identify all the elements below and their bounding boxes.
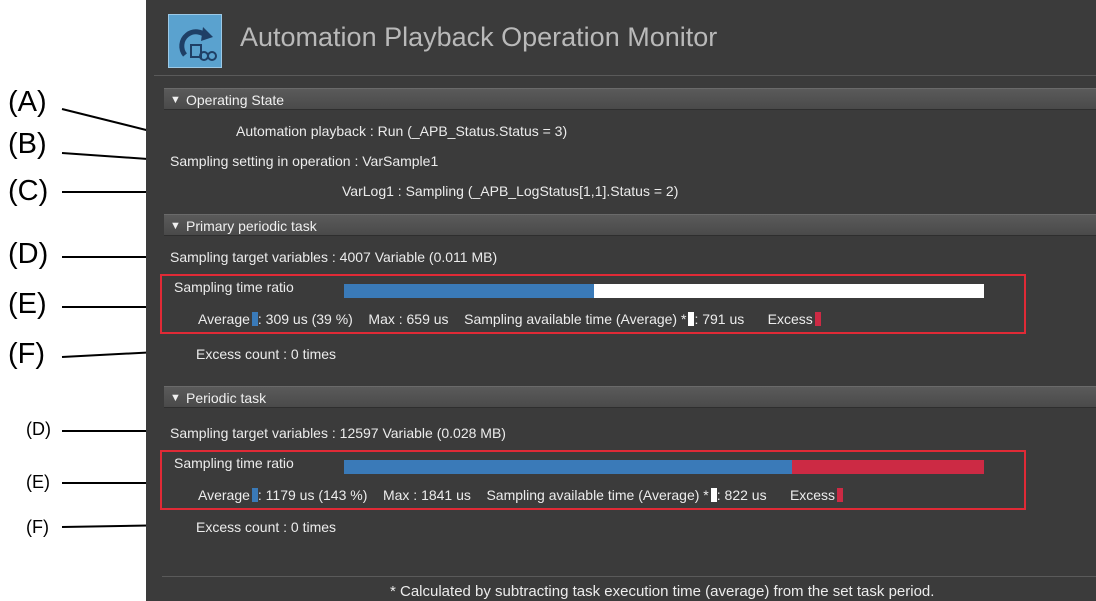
field-label: VarLog1 [342,183,394,199]
section-operating-state[interactable]: ▼ Operating State [164,88,1096,110]
field-value: 12597 Variable (0.028 MB) [339,425,506,441]
average-value: : 1179 us (143 %) [257,487,368,503]
available-value: : 791 us [694,311,745,327]
periodic-stats: Average : 1179 us (143 %) Max : 1841 us S… [198,487,844,503]
field-value: 4007 Variable (0.011 MB) [339,249,498,265]
available-label: Sampling available time (Average) * [464,311,687,327]
field-label: Sampling target variables [170,425,328,441]
periodic-target-variables-row: Sampling target variables : 12597 Variab… [170,425,506,441]
excess-swatch [837,488,844,502]
excess-swatch [814,312,821,326]
excess-label: Excess [767,311,813,327]
monitor-window: Automation Playback Operation Monitor ▼ … [146,0,1096,601]
callout-e-periodic: (E) [26,472,50,492]
callout-e-primary: (E) [8,288,47,320]
periodic-sampling-ratio-box: Sampling time ratio Average : 1179 us (14… [160,450,1026,510]
automation-playback-row: Automation playback : Run (_APB_Status.S… [236,123,568,139]
collapse-triangle-icon[interactable]: ▼ [170,89,181,111]
callout-d-primary: (D) [8,238,49,270]
varlog-row: VarLog1 : Sampling (_APB_LogStatus[1,1].… [342,183,679,199]
excess-bar [792,460,984,474]
title-bar: Automation Playback Operation Monitor [146,0,1096,72]
excess-label: Excess [789,487,836,503]
average-label: Average [198,487,250,503]
callout-f-periodic: (F) [26,517,49,537]
average-bar [344,460,792,474]
field-value: Sampling (_APB_LogStatus[1,1].Status = 2… [405,183,679,199]
available-value: : 822 us [716,487,767,503]
average-value: : 309 us (39 %) [257,311,353,327]
field-label: Sampling setting in operation [170,153,351,169]
section-title: Operating State [186,92,285,108]
primary-excess-count: Excess count : 0 times [196,346,337,362]
max-value: Max : 659 us [368,311,449,327]
collapse-triangle-icon[interactable]: ▼ [170,387,181,409]
average-label: Average [198,311,250,327]
title-divider [154,75,1096,76]
collapse-triangle-icon[interactable]: ▼ [170,215,181,237]
section-title: Primary periodic task [186,218,317,234]
callout-f-primary: (F) [8,338,46,370]
primary-target-variables-row: Sampling target variables : 4007 Variabl… [170,249,498,265]
section-primary-periodic-task[interactable]: ▼ Primary periodic task [164,214,1096,236]
average-bar [344,284,594,298]
field-value: Run (_APB_Status.Status = 3) [377,123,568,139]
available-bar [594,284,984,298]
field-label: Sampling target variables [170,249,328,265]
field-label: Automation playback [236,123,366,139]
window-title: Automation Playback Operation Monitor [240,22,718,52]
field-value: VarSample1 [362,153,439,169]
callout-c: (C) [8,175,49,207]
primary-stats: Average : 309 us (39 %) Max : 659 us Samp… [198,311,821,327]
footnote: * Calculated by subtracting task executi… [390,583,935,600]
callout-b: (B) [8,128,47,160]
max-value: Max : 1841 us [382,487,471,503]
callout-d-periodic: (D) [26,419,51,439]
playback-app-icon [168,14,222,68]
periodic-excess-count: Excess count : 0 times [196,519,337,535]
available-label: Sampling available time (Average) * [486,487,709,503]
primary-sampling-ratio-box: Sampling time ratio Average : 309 us (39 … [160,274,1026,334]
section-title: Periodic task [186,390,267,406]
leader-line-a [61,108,155,133]
sampling-setting-row: Sampling setting in operation : VarSampl… [170,153,439,169]
section-periodic-task[interactable]: ▼ Periodic task [164,386,1096,408]
ratio-label: Sampling time ratio [174,455,294,471]
footer-divider [162,576,1096,577]
callout-a: (A) [8,86,47,118]
ratio-label: Sampling time ratio [174,279,294,295]
